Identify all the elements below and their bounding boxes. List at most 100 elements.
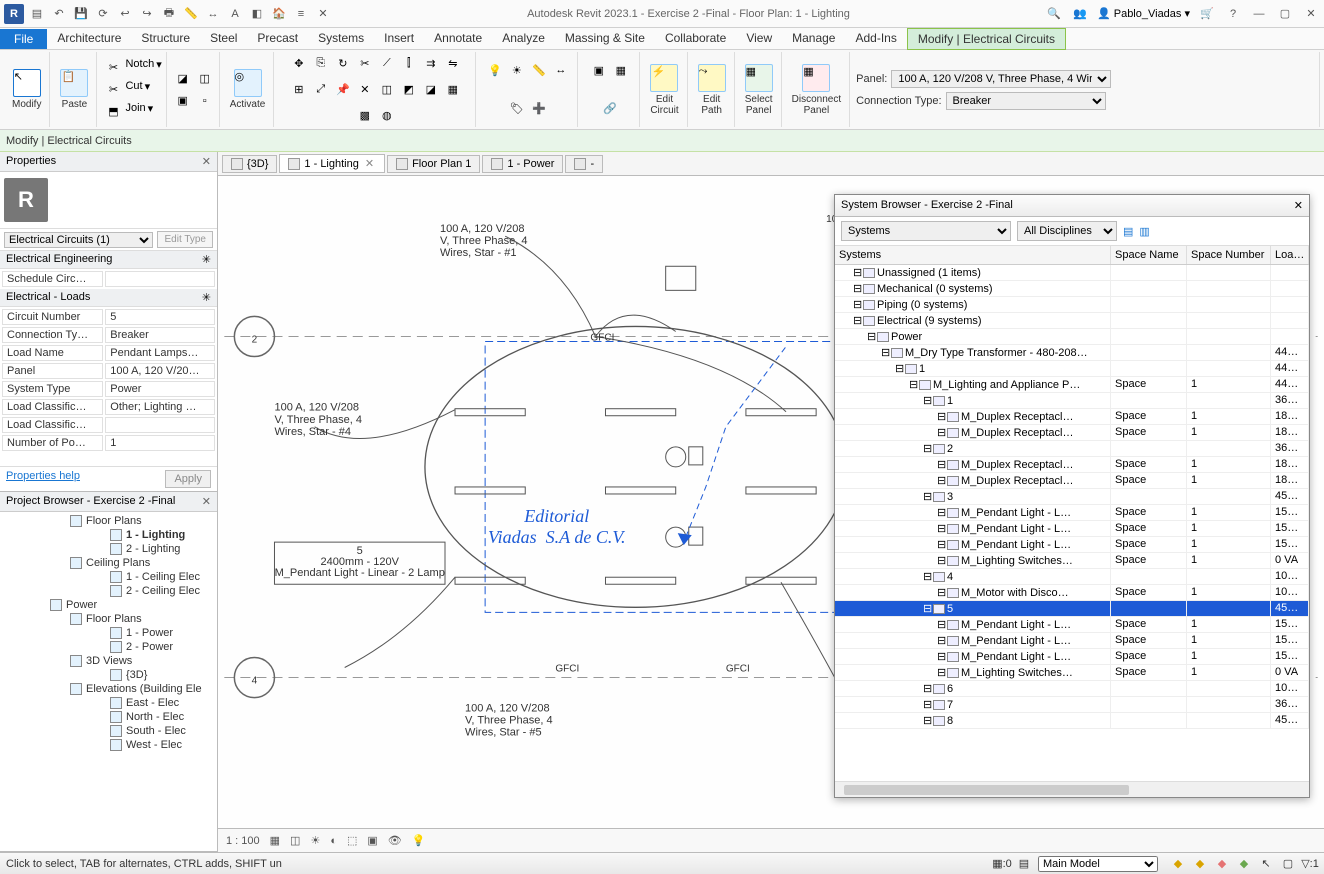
disconnect-panel-button[interactable]: ▦Disconnect Panel xyxy=(788,62,845,118)
sb-col-systems[interactable]: Systems xyxy=(835,246,1111,264)
properties-help-link[interactable]: Properties help xyxy=(6,470,80,488)
sb-row[interactable]: ⊟6101… xyxy=(835,681,1309,697)
sb-discipline-select[interactable]: All Disciplines xyxy=(1017,221,1117,241)
menu-item-view[interactable]: View xyxy=(736,28,782,50)
menu-item-systems[interactable]: Systems xyxy=(308,28,374,50)
qat-redo-icon[interactable]: ↪ xyxy=(138,5,156,23)
modify2-icon[interactable]: ◩ xyxy=(399,79,419,99)
view-tab[interactable]: 1 - Power xyxy=(482,155,563,173)
sb-row[interactable]: ⊟M_Pendant Light - L…Space1150… xyxy=(835,505,1309,521)
pb-item[interactable]: 2 - Power xyxy=(0,640,217,654)
status-icon6[interactable]: ▢ xyxy=(1280,856,1296,872)
detail-level-icon[interactable]: ▦ xyxy=(270,834,280,847)
view-icon[interactable]: 💡 xyxy=(485,60,505,80)
prop-value[interactable]: 1 xyxy=(105,435,215,451)
view2-icon[interactable]: ☀ xyxy=(507,60,527,80)
delete-icon[interactable]: ✕ xyxy=(355,79,375,99)
tag-icon[interactable]: 🏷 xyxy=(507,99,527,119)
prop-value[interactable]: Breaker xyxy=(105,327,215,343)
window-restore-icon[interactable]: ▢ xyxy=(1276,5,1294,23)
qat-print-icon[interactable]: 🖶 xyxy=(160,5,178,23)
sb-row[interactable]: ⊟M_Duplex Receptacl…Space1180… xyxy=(835,473,1309,489)
view-tab[interactable]: {3D} xyxy=(222,155,277,173)
prop-section-header[interactable]: Electrical - Loads✳ xyxy=(0,289,217,307)
qat-section-icon[interactable]: ◧ xyxy=(248,5,266,23)
pb-item[interactable]: Power xyxy=(0,598,217,612)
file-menu-button[interactable]: File xyxy=(0,29,47,49)
sb-row[interactable]: ⊟M_Lighting Switches…Space10 VA xyxy=(835,665,1309,681)
help-icon[interactable]: ? xyxy=(1224,5,1242,23)
menu-item-architecture[interactable]: Architecture xyxy=(47,28,131,50)
sb-row[interactable]: ⊟M_Duplex Receptacl…Space1180… xyxy=(835,425,1309,441)
menu-item-manage[interactable]: Manage xyxy=(782,28,845,50)
tab-close-icon[interactable]: ✕ xyxy=(363,157,376,170)
pb-item[interactable]: 2 - Ceiling Elec xyxy=(0,584,217,598)
pb-item[interactable]: 2 - Lighting xyxy=(0,542,217,556)
notch-button[interactable]: ✂ xyxy=(103,58,123,78)
sb-row[interactable]: ⊟5450… xyxy=(835,601,1309,617)
edit-circuit-button[interactable]: ⚡Edit Circuit xyxy=(646,62,682,118)
sb-row[interactable]: ⊟Unassigned (1 items) xyxy=(835,265,1309,281)
status-icon2[interactable]: ◆ xyxy=(1192,856,1208,872)
qat-text-icon[interactable]: A xyxy=(226,5,244,23)
group-icon[interactable]: ▣ xyxy=(589,60,609,80)
pb-item[interactable]: Ceiling Plans xyxy=(0,556,217,570)
system-browser-close-icon[interactable]: ✕ xyxy=(1294,199,1303,212)
status-selcount[interactable]: ▦ :0 xyxy=(994,856,1010,872)
sb-col-spacenum[interactable]: Space Number xyxy=(1187,246,1271,264)
pb-item[interactable]: 3D Views xyxy=(0,654,217,668)
qat-thin-icon[interactable]: ≡ xyxy=(292,5,310,23)
pb-item[interactable]: West - Elec xyxy=(0,738,217,752)
window-minimize-icon[interactable]: — xyxy=(1250,5,1268,23)
menu-item-structure[interactable]: Structure xyxy=(131,28,200,50)
geometry-icon[interactable]: ◪ xyxy=(173,69,193,89)
sb-row[interactable]: ⊟M_Lighting and Appliance P…Space1440… xyxy=(835,377,1309,393)
activate-button[interactable]: ◎Activate xyxy=(226,67,270,112)
offset-icon[interactable]: ⇉ xyxy=(421,54,441,74)
scale-icon[interactable]: ⤢ xyxy=(311,79,331,99)
modify6-icon[interactable]: ◍ xyxy=(377,105,397,125)
sb-row[interactable]: ⊟3450… xyxy=(835,489,1309,505)
status-icon1[interactable]: ◆ xyxy=(1170,856,1186,872)
sb-row[interactable]: ⊟Electrical (9 systems) xyxy=(835,313,1309,329)
sb-row[interactable]: ⊟M_Lighting Switches…Space10 VA xyxy=(835,553,1309,569)
pb-item[interactable]: Floor Plans xyxy=(0,612,217,626)
sb-row[interactable]: ⊟Power xyxy=(835,329,1309,345)
pb-item[interactable]: Floor Plans xyxy=(0,514,217,528)
crop-icon[interactable]: ⬚ xyxy=(347,834,357,847)
cart-icon[interactable]: 🛒 xyxy=(1198,5,1216,23)
sb-row[interactable]: ⊟Piping (0 systems) xyxy=(835,297,1309,313)
sb-row[interactable]: ⊟7360… xyxy=(835,697,1309,713)
status-icon5[interactable]: ↖ xyxy=(1258,856,1274,872)
rotate-icon[interactable]: ↻ xyxy=(333,54,353,74)
create-icon[interactable]: ➕ xyxy=(529,99,549,119)
menu-item-steel[interactable]: Steel xyxy=(200,28,247,50)
split-icon[interactable]: ⟋ xyxy=(377,54,397,74)
qat-open-icon[interactable]: ▤ xyxy=(28,5,46,23)
reveal-icon[interactable]: 💡 xyxy=(412,834,426,847)
pb-item[interactable]: 1 - Power xyxy=(0,626,217,640)
qat-sync-icon[interactable]: ⟳ xyxy=(94,5,112,23)
edit-path-button[interactable]: ⤳Edit Path xyxy=(694,62,730,118)
sb-row[interactable]: ⊟M_Pendant Light - L…Space1150… xyxy=(835,617,1309,633)
sb-row[interactable]: ⊟M_Duplex Receptacl…Space1180… xyxy=(835,409,1309,425)
sb-row[interactable]: ⊟1360… xyxy=(835,393,1309,409)
pb-item[interactable]: Elevations (Building Ele xyxy=(0,682,217,696)
geometry4-icon[interactable]: ▫ xyxy=(195,91,215,111)
prop-value[interactable]: Other; Lighting … xyxy=(105,399,215,415)
apply-button[interactable]: Apply xyxy=(165,470,211,488)
scale-button[interactable]: 1 : 100 xyxy=(226,835,260,847)
pb-item[interactable]: South - Elec xyxy=(0,724,217,738)
properties-close-icon[interactable]: ✕ xyxy=(202,155,211,168)
menu-item-add-ins[interactable]: Add-Ins xyxy=(845,28,906,50)
sb-row[interactable]: ⊟M_Pendant Light - L…Space1150… xyxy=(835,649,1309,665)
menu-item-massing-site[interactable]: Massing & Site xyxy=(555,28,655,50)
pb-item[interactable]: 1 - Ceiling Elec xyxy=(0,570,217,584)
chevron-down-icon[interactable]: ▾ xyxy=(156,58,162,78)
sb-row[interactable]: ⊟M_Pendant Light - L…Space1150… xyxy=(835,521,1309,537)
sb-row[interactable]: ⊟4101… xyxy=(835,569,1309,585)
link-icon[interactable]: 🔗 xyxy=(600,99,620,119)
chevron-down-icon[interactable]: ▾ xyxy=(148,102,154,122)
edit-type-button[interactable]: Edit Type xyxy=(157,231,213,248)
visual-style-icon[interactable]: ◫ xyxy=(290,834,300,847)
